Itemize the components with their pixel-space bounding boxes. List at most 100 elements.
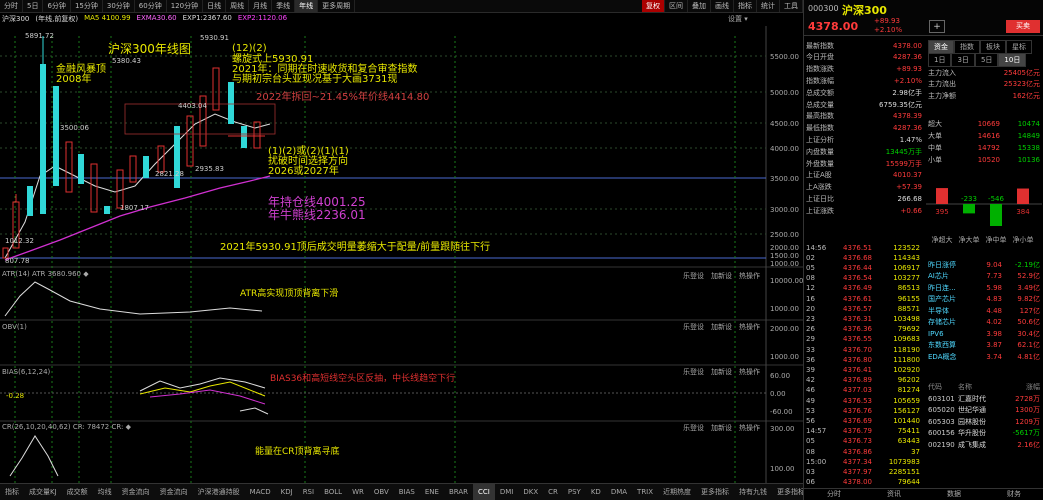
tool-menu[interactable]: 叠加	[688, 0, 711, 12]
stat-label: 上证涨跌	[806, 206, 834, 215]
indicator-tab[interactable]: 持有九钱	[734, 484, 772, 500]
period-tab[interactable]: 周线	[226, 0, 250, 12]
period-tab[interactable]: 5日	[23, 0, 44, 12]
panel-btn[interactable]: 加新设	[711, 271, 732, 281]
sector-row[interactable]: 昨日连... 5.98 3.49亿	[928, 282, 1042, 293]
sector-row[interactable]: 国产芯片 4.83 9.82亿	[928, 294, 1042, 305]
panel-btn[interactable]: 乐登设	[683, 423, 704, 433]
indicator-tab[interactable]: 成交量KJ	[24, 484, 62, 500]
flow-tab[interactable]: 资金	[928, 40, 954, 54]
net-flow-chart: 395 净超大 -233 净大单 -546 净中单 384 净小单	[926, 188, 1042, 244]
indicator-tab[interactable]: CCI	[473, 484, 495, 500]
range-tab[interactable]: 1日	[928, 53, 952, 67]
indicator-tab[interactable]: KD	[586, 484, 606, 500]
trade-button[interactable]: 买卖	[1006, 20, 1040, 33]
range-tab[interactable]: 3日	[951, 53, 975, 67]
indicator-tab[interactable]: 成交额	[62, 484, 93, 500]
indicator-tab[interactable]: 更多指标	[696, 484, 734, 500]
indicator-tab[interactable]: 资金流向	[155, 484, 193, 500]
indicator-tab[interactable]: BIAS	[394, 484, 420, 500]
indicator-tab[interactable]: CR	[543, 484, 563, 500]
indicator-tab[interactable]: RSI	[298, 484, 319, 500]
sector-row[interactable]: IPV6 3.98 30.4亿	[928, 328, 1042, 339]
bias-line-white2	[239, 407, 269, 415]
period-tab[interactable]: 6分钟	[43, 0, 71, 12]
sector-row[interactable]: 东数西算 3.87 62.1亿	[928, 340, 1042, 351]
period-tab[interactable]: 分时	[0, 0, 23, 12]
tool-menu[interactable]: 统计	[757, 0, 780, 12]
tool-menu[interactable]: 工具	[780, 0, 803, 12]
panel-btn[interactable]: 乐登设	[683, 271, 704, 281]
period-tab[interactable]: 30分钟	[103, 0, 135, 12]
sector-row[interactable]: 存储芯片 4.02 50.6亿	[928, 317, 1042, 328]
add-icon[interactable]: +	[929, 20, 945, 33]
flow-tab[interactable]: 指数	[954, 40, 980, 54]
panel-btn[interactable]: 乐登设	[683, 367, 704, 377]
panel-btn[interactable]: 热操作	[739, 322, 760, 332]
indicator-tab[interactable]: PSY	[563, 484, 586, 500]
indicator-tab[interactable]: OBV	[369, 484, 394, 500]
settings-dropdown[interactable]: 设置 ▾	[728, 14, 748, 24]
indicator-tab[interactable]: 均线	[93, 484, 117, 500]
period-tab[interactable]: 60分钟	[135, 0, 167, 12]
period-tab[interactable]: 日线	[203, 0, 227, 12]
chart-area[interactable]: 5500.00 5000.00 4500.00 4000.00 3500.00 …	[0, 26, 803, 483]
indicator-tab[interactable]: MACD	[245, 484, 276, 500]
stock-row[interactable]: 605303 园林股份 1209万	[928, 416, 1042, 427]
sector-name: EDA概念	[928, 352, 957, 361]
sector-row[interactable]: 半导体 4.48 127亿	[928, 305, 1042, 316]
tick-row: 06 4378.00 79644	[806, 477, 924, 488]
price-label: 4000.00	[770, 145, 799, 153]
panel-btn[interactable]: 加新设	[711, 423, 732, 433]
obv-label: OBV(1)	[2, 323, 27, 331]
order-label: 大单	[928, 131, 942, 140]
indicator-tab[interactable]: WR	[347, 484, 369, 500]
panel-btn[interactable]: 加新设	[711, 322, 732, 332]
period-tab[interactable]: 月线	[249, 0, 273, 12]
flow-tab[interactable]: 星标	[1006, 40, 1032, 54]
period-tab[interactable]: 年线	[295, 0, 319, 12]
rp-tab[interactable]: 数据	[924, 488, 984, 500]
indicator-tab[interactable]: 沪深港通持股	[193, 484, 245, 500]
panel-btn[interactable]: 热操作	[739, 423, 760, 433]
indicator-tab[interactable]: 近期热度	[658, 484, 696, 500]
stock-row[interactable]: 603101 汇嘉时代 2728万	[928, 393, 1042, 404]
bias-axis: 0.00	[770, 390, 786, 398]
sector-row[interactable]: AI芯片 7.73 52.9亿	[928, 271, 1042, 282]
sector-row[interactable]: 昨日涨停 9.04 -2.19亿	[928, 259, 1042, 270]
period-tab[interactable]: 更多周期	[318, 0, 356, 12]
tool-menu[interactable]: 区间	[665, 0, 688, 12]
stock-row[interactable]: 605020 世纪华通 1300万	[928, 405, 1042, 416]
stock-row[interactable]: 002190 成飞集成 2.16亿	[928, 439, 1042, 450]
tool-menu[interactable]: 画线	[711, 0, 734, 12]
indicator-tab[interactable]: 资金流向	[117, 484, 155, 500]
rp-tab[interactable]: 资讯	[864, 488, 924, 500]
period-tab[interactable]: 15分钟	[71, 0, 103, 12]
indicator-tab[interactable]: TRIX	[632, 484, 658, 500]
panel-btn[interactable]: 热操作	[739, 271, 760, 281]
sector-row[interactable]: EDA概念 3.74 4.81亿	[928, 351, 1042, 362]
panel-btn[interactable]: 加新设	[711, 367, 732, 377]
tool-menu[interactable]: 复权	[642, 0, 665, 12]
indicator-tab[interactable]: DMI	[495, 484, 519, 500]
indicator-tab[interactable]: 指标	[0, 484, 24, 500]
panel-btn[interactable]: 乐登设	[683, 322, 704, 332]
stock-row[interactable]: 600156 华升股份 -5617万	[928, 428, 1042, 439]
range-tab[interactable]: 10日	[998, 53, 1027, 67]
rp-tab[interactable]: 财务	[984, 488, 1043, 500]
period-tab[interactable]: 季线	[272, 0, 296, 12]
tick-price: 4377.03	[843, 386, 872, 395]
period-tab[interactable]: 120分钟	[167, 0, 204, 12]
tool-menu[interactable]: 指标	[734, 0, 757, 12]
range-tab[interactable]: 5日	[974, 53, 999, 67]
rp-tab[interactable]: 分时	[804, 488, 864, 500]
indicator-tab[interactable]: DKX	[518, 484, 543, 500]
indicator-tab[interactable]: ENE	[420, 484, 444, 500]
indicator-tab[interactable]: BRAR	[444, 484, 473, 500]
indicator-tab[interactable]: DMA	[606, 484, 632, 500]
panel-btn[interactable]: 热操作	[739, 367, 760, 377]
indicator-tab[interactable]: BOLL	[319, 484, 347, 500]
tick-price: 4376.86	[843, 447, 872, 456]
indicator-tab[interactable]: KDJ	[276, 484, 298, 500]
flow-tab[interactable]: 板块	[980, 40, 1006, 54]
